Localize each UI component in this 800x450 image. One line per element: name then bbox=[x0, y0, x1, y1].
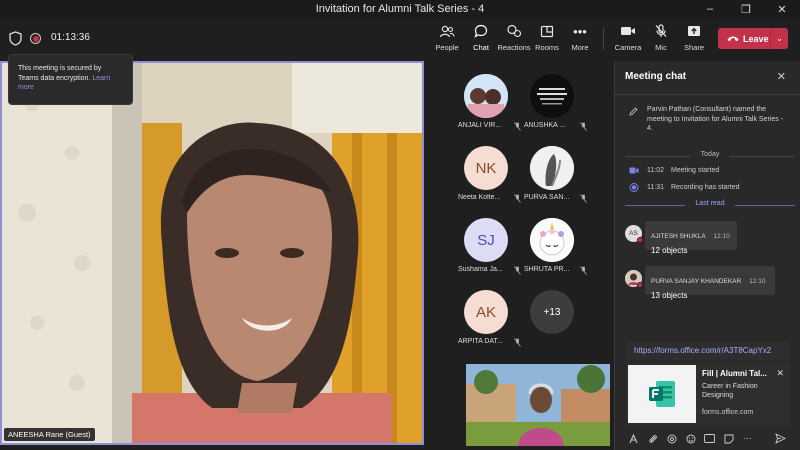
status-dot bbox=[637, 237, 643, 243]
more-options-icon[interactable]: ⋯ bbox=[738, 434, 757, 443]
people-icon bbox=[439, 22, 455, 40]
more-icon: ••• bbox=[573, 23, 587, 39]
reactions-button[interactable]: Reactions bbox=[496, 22, 532, 58]
leave-label: Leave bbox=[743, 33, 769, 44]
leave-button[interactable]: Leave ⌄ bbox=[718, 28, 788, 49]
camera-button[interactable]: Camera bbox=[610, 22, 646, 58]
send-icon[interactable] bbox=[775, 433, 786, 444]
share-button[interactable]: Share bbox=[676, 22, 712, 58]
avatar bbox=[530, 218, 574, 262]
hang-up-icon bbox=[723, 35, 743, 42]
rooms-icon bbox=[540, 22, 554, 40]
chat-icon bbox=[474, 22, 488, 40]
status-dot bbox=[637, 282, 643, 288]
attach-icon[interactable] bbox=[643, 434, 662, 444]
card-domain: forms.office.com bbox=[702, 409, 754, 416]
overflow-participants[interactable]: +13 bbox=[512, 286, 592, 356]
participant-tile[interactable]: PURVA SAN... bbox=[512, 142, 592, 212]
main-video-tile[interactable]: ANEESHA Rane (Guest) bbox=[0, 61, 424, 445]
sticker-icon[interactable] bbox=[719, 434, 738, 444]
forms-logo-icon bbox=[628, 365, 696, 423]
recording-icon bbox=[30, 33, 41, 44]
avatar: SJ bbox=[464, 218, 508, 262]
message-bubble: PURVA SANJAY KHANDEKAR 12:10 13 objects bbox=[645, 266, 775, 300]
tooltip-text: This meeting is secured by Teams data en… bbox=[18, 65, 102, 82]
last-read-marker: Last read bbox=[625, 200, 795, 210]
restore-button[interactable]: ❐ bbox=[728, 0, 764, 18]
participant-name-tag: ANEESHA Rane (Guest) bbox=[4, 428, 95, 441]
format-icon[interactable] bbox=[624, 433, 643, 444]
loop-icon[interactable] bbox=[662, 434, 681, 444]
meeting-timer: 01:13:36 bbox=[51, 32, 90, 43]
mic-off-icon bbox=[580, 194, 587, 203]
card-description: Career in Fashion Designing bbox=[702, 383, 758, 399]
card-title: Fill | Alumni Tal... bbox=[702, 369, 767, 378]
forms-link[interactable]: https://forms.office.com/r/A3T8CapYx2 bbox=[626, 342, 790, 360]
emoji-icon[interactable] bbox=[681, 434, 700, 444]
chat-title: Meeting chat bbox=[625, 71, 687, 82]
pencil-icon bbox=[629, 107, 638, 116]
toolbar-divider bbox=[603, 28, 604, 50]
minimize-button[interactable]: – bbox=[692, 0, 728, 18]
mic-off-icon bbox=[580, 122, 587, 131]
mic-off-icon bbox=[580, 266, 587, 275]
close-preview-icon[interactable]: ✕ bbox=[776, 368, 784, 379]
people-button[interactable]: People bbox=[429, 22, 465, 58]
more-button[interactable]: ••• More bbox=[562, 22, 598, 58]
participant-tile[interactable]: SHRUTA PR... bbox=[512, 214, 592, 284]
close-icon[interactable]: ✕ bbox=[777, 70, 786, 83]
chat-button[interactable]: Chat bbox=[463, 22, 499, 58]
camera-icon bbox=[620, 22, 636, 40]
video-camera-icon bbox=[629, 167, 639, 174]
participant-video bbox=[2, 63, 422, 443]
title-bar: Invitation for Alumni Talk Series - 4 – … bbox=[0, 0, 800, 18]
gif-icon[interactable] bbox=[700, 434, 719, 443]
mic-button[interactable]: Mic bbox=[643, 22, 679, 58]
share-icon bbox=[687, 22, 701, 40]
avatar bbox=[530, 74, 574, 118]
self-video-tile[interactable] bbox=[466, 364, 610, 446]
avatar: AK bbox=[464, 290, 508, 334]
window-controls: – ❐ ✕ bbox=[692, 0, 800, 18]
record-icon bbox=[629, 183, 639, 192]
encryption-tooltip: This meeting is secured by Teams data en… bbox=[8, 54, 133, 105]
window-title: Invitation for Alumni Talk Series - 4 bbox=[315, 3, 485, 15]
close-window-button[interactable]: ✕ bbox=[764, 0, 800, 18]
message-bubble: AJITESH SHUKLA 12:10 12 objects bbox=[645, 221, 737, 255]
avatar bbox=[530, 146, 574, 190]
leave-options-chevron-icon[interactable]: ⌄ bbox=[770, 28, 788, 49]
self-video bbox=[466, 364, 610, 446]
rooms-button[interactable]: Rooms bbox=[529, 22, 565, 58]
shield-icon[interactable] bbox=[9, 31, 22, 46]
more-participants-badge: +13 bbox=[530, 290, 574, 334]
compose-toolbar: ⋯ bbox=[614, 427, 800, 450]
reactions-icon bbox=[506, 22, 522, 40]
day-separator: Today bbox=[625, 151, 795, 161]
avatar bbox=[464, 74, 508, 118]
participant-tile[interactable]: ANUSHKA ... bbox=[512, 70, 592, 140]
mic-icon bbox=[654, 22, 668, 40]
avatar: NK bbox=[464, 146, 508, 190]
link-preview-card[interactable]: Fill | Alumni Tal... Career in Fashion D… bbox=[626, 363, 790, 425]
divider bbox=[615, 94, 800, 95]
